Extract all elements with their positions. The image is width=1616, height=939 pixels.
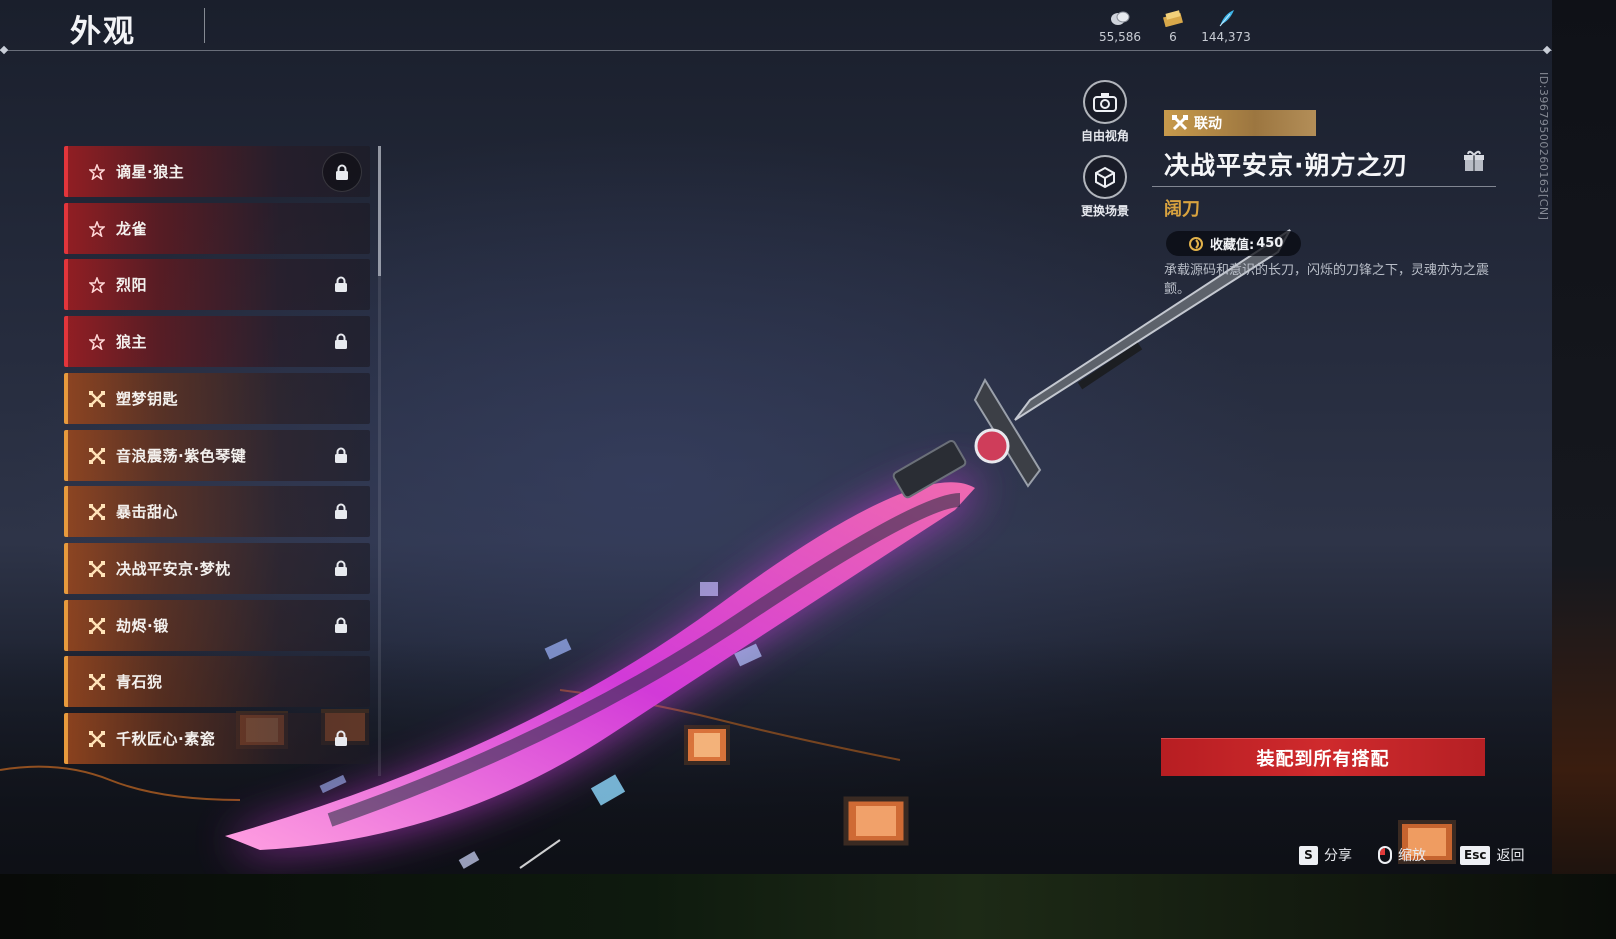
player-id: ID:39679500260163[CN] [1537,72,1550,221]
right-edge-background [1552,0,1616,939]
lock-icon [334,447,348,463]
skin-list-item-label: 塑梦钥匙 [116,390,179,408]
change-scene-label: 更换场景 [1080,204,1129,218]
star-icon [86,220,108,237]
item-description: 承载源码和意识的长刀，闪烁的刀锋之下，灵魂亦为之震颤。 [1164,263,1490,297]
lock-icon [322,152,362,192]
skin-list-item[interactable]: 塑梦钥匙 [64,373,370,424]
lock-icon [334,730,348,746]
skin-list-item[interactable]: 谪星·狼主 [64,146,370,197]
camera-icon [1093,93,1117,112]
name-divider [1152,186,1496,187]
skin-list-item[interactable]: 青石猊 [64,656,370,707]
lantern [684,725,730,765]
skin-list-item-label: 劫烬·锻 [116,617,169,635]
skin-list-item-label: 谪星·狼主 [116,163,185,181]
back-label: 返回 [1496,848,1525,864]
esc-key: Esc [1460,845,1491,865]
linkage-tag-label: 联动 [1194,116,1222,132]
collection-label: 收藏值: [1210,238,1255,253]
mouse-scroll-icon [1378,846,1392,864]
page-title: 外观 [70,14,136,50]
skin-list-item-label: 青石猊 [116,673,163,691]
zoom-label: 缩放 [1398,848,1426,864]
gift-icon[interactable] [1463,150,1485,176]
cross-swords-icon [86,390,108,407]
free-view-button[interactable] [1083,80,1127,124]
share-hint[interactable]: S 分享 [1299,845,1352,865]
skin-list-item[interactable]: 劫烬·锻 [64,600,370,651]
share-key: S [1299,845,1318,865]
cross-swords-icon [86,503,108,520]
list-scrollbar-thumb[interactable] [378,146,381,276]
bottom-edge-background [0,874,1616,939]
collection-value: 450 [1256,236,1284,251]
equip-all-button[interactable]: 装配到所有搭配 [1161,738,1485,776]
cross-swords-icon [86,673,108,690]
feather-icon [1191,8,1261,28]
item-type: 阔刀 [1164,199,1200,220]
zoom-hint[interactable]: 缩放 [1378,845,1426,865]
skin-list-item[interactable]: 千秋匠心·素瓷 [64,713,370,764]
skin-list: 谪星·狼主龙雀烈阳狼主塑梦钥匙音浪震荡·紫色琴键 暴击甜心决战平安京·梦枕 劫烬·锻… [64,146,372,776]
free-view-label: 自由视角 [1080,129,1129,143]
header-divider [0,50,1552,51]
star-icon [86,163,108,180]
skin-list-item-label: 烈阳 [116,276,148,294]
item-name: 决战平安京·朔方之刃 [1164,151,1409,180]
skin-list-item-label: 千秋匠心·素瓷 [116,730,216,748]
skin-list-item-label: 狼主 [116,333,148,351]
share-label: 分享 [1324,848,1352,864]
star-icon [86,333,108,350]
skin-list-item-label: 暴击甜心 [116,503,179,521]
lantern [843,796,909,846]
skin-list-item[interactable]: 狼主 [64,316,370,367]
skin-list-item[interactable]: 龙雀 [64,203,370,254]
skin-list-item[interactable]: 音浪震荡·紫色琴键 [64,430,370,481]
swirl-icon [1189,236,1203,251]
cross-swords-icon [86,730,108,747]
skin-list-item-label: 决战平安京·梦枕 [116,560,231,578]
lock-icon [334,617,348,633]
skin-list-item[interactable]: 烈阳 [64,259,370,310]
currency-value: 144,373 [1201,30,1251,44]
title-separator [204,8,205,43]
lock-icon [334,333,348,349]
skin-list-item-label: 龙雀 [116,220,148,238]
back-hint[interactable]: Esc 返回 [1460,845,1524,865]
lock-icon [334,276,348,292]
skin-list-item[interactable]: 暴击甜心 [64,486,370,537]
skin-list-item-label: 音浪震荡·紫色琴键 [116,447,247,465]
equip-all-label: 装配到所有搭配 [1256,748,1390,770]
linkage-tag: 联动 [1164,110,1316,136]
skin-list-item[interactable]: 决战平安京·梦枕 [64,543,370,594]
cross-swords-icon [86,447,108,464]
cross-swords-icon [86,617,108,634]
currency-feather[interactable]: 144,373 [1191,8,1261,44]
lock-icon [334,503,348,519]
cross-swords-icon [86,560,108,577]
change-scene-button[interactable] [1083,155,1127,199]
star-icon [86,276,108,293]
lock-icon [334,560,348,576]
collection-value-badge: 收藏值: 450 [1166,231,1302,256]
cross-swords-icon [1172,115,1188,131]
cube-icon [1095,166,1115,188]
